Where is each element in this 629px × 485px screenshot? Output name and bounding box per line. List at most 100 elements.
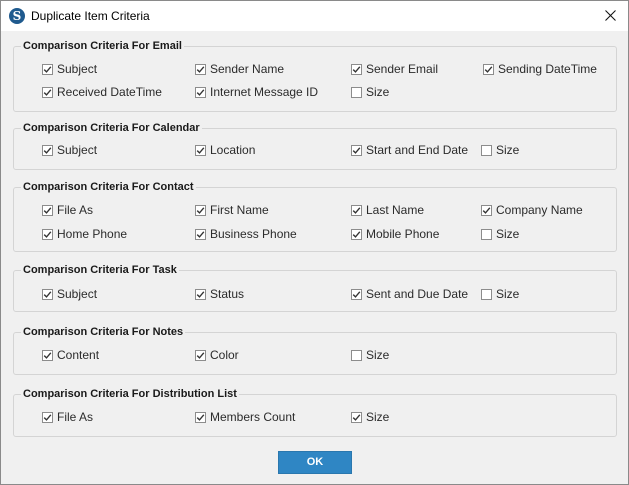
checkbox-calendar-size[interactable]: Size <box>481 143 519 157</box>
checkbox-dl-size[interactable]: Size <box>351 410 389 424</box>
checkbox-box[interactable] <box>351 204 362 216</box>
checkbox-box[interactable] <box>351 228 362 240</box>
checkbox-contact-home-phone[interactable]: Home Phone <box>42 227 127 241</box>
checkbox-box[interactable] <box>481 204 492 216</box>
checkbox-email-sender-email[interactable]: Sender Email <box>351 62 438 76</box>
checkbox-box[interactable] <box>42 63 53 75</box>
checkbox-calendar-subject[interactable]: Subject <box>42 143 97 157</box>
checkbox-box[interactable] <box>351 349 362 361</box>
checkbox-calendar-start-end-date[interactable]: Start and End Date <box>351 143 468 157</box>
checkmark-icon <box>43 65 52 73</box>
checkbox-box[interactable] <box>481 228 492 240</box>
checkbox-task-size[interactable]: Size <box>481 287 519 301</box>
group-calendar: Comparison Criteria For Calendar Subject… <box>13 121 617 170</box>
checkbox-contact-last-name[interactable]: Last Name <box>351 203 424 217</box>
stellar-logo-icon: S <box>9 8 25 24</box>
title-bar: S Duplicate Item Criteria <box>1 1 628 31</box>
checkbox-box[interactable] <box>481 144 492 156</box>
checkbox-label: Size <box>496 143 520 157</box>
checkbox-email-size[interactable]: Size <box>351 85 389 99</box>
checkbox-label: File As <box>57 203 94 217</box>
checkbox-box[interactable] <box>195 288 206 300</box>
checkbox-calendar-location[interactable]: Location <box>195 143 255 157</box>
checkbox-box[interactable] <box>481 288 492 300</box>
group-notes: Comparison Criteria For Notes Content Co… <box>13 325 617 375</box>
checkbox-label: Members Count <box>210 410 296 424</box>
checkbox-email-sender-name[interactable]: Sender Name <box>195 62 284 76</box>
checkbox-box[interactable] <box>42 288 53 300</box>
group-title: Comparison Criteria For Email <box>21 39 184 53</box>
checkmark-icon <box>196 230 205 238</box>
checkmark-icon <box>43 413 52 421</box>
checkbox-label: Home Phone <box>57 227 128 241</box>
checkbox-box[interactable] <box>42 204 53 216</box>
checkbox-box[interactable] <box>42 228 53 240</box>
checkmark-icon <box>43 290 52 298</box>
group-contact: Comparison Criteria For Contact File As … <box>13 180 617 252</box>
checkbox-label: Location <box>210 143 256 157</box>
checkbox-email-received-datetime[interactable]: Received DateTime <box>42 85 162 99</box>
checkbox-contact-mobile-phone[interactable]: Mobile Phone <box>351 227 439 241</box>
checkbox-notes-size[interactable]: Size <box>351 348 389 362</box>
checkbox-label: File As <box>57 410 94 424</box>
checkmark-icon <box>196 146 205 154</box>
checkbox-contact-file-as[interactable]: File As <box>42 203 93 217</box>
dialog-content: Comparison Criteria For Email Subject Se… <box>1 31 628 484</box>
checkbox-label: Last Name <box>366 203 425 217</box>
checkbox-task-sent-due-date[interactable]: Sent and Due Date <box>351 287 468 301</box>
checkbox-email-sending-datetime[interactable]: Sending DateTime <box>483 62 597 76</box>
checkbox-task-status[interactable]: Status <box>195 287 244 301</box>
checkbox-email-internet-message-id[interactable]: Internet Message ID <box>195 85 318 99</box>
checkbox-label: Company Name <box>496 203 583 217</box>
close-button[interactable] <box>592 1 628 31</box>
checkmark-icon <box>196 413 205 421</box>
checkbox-box[interactable] <box>351 63 362 75</box>
checkbox-contact-size[interactable]: Size <box>481 227 519 241</box>
checkbox-label: Sender Name <box>210 62 285 76</box>
checkbox-box[interactable] <box>195 228 206 240</box>
checkbox-label: Sender Email <box>366 62 439 76</box>
checkbox-email-subject[interactable]: Subject <box>42 62 97 76</box>
ok-button[interactable]: OK <box>278 451 352 474</box>
checkmark-icon <box>196 88 205 96</box>
checkbox-box[interactable] <box>195 144 206 156</box>
checkbox-label: Business Phone <box>210 227 297 241</box>
checkbox-box[interactable] <box>195 86 206 98</box>
checkmark-icon <box>43 206 52 214</box>
group-title: Comparison Criteria For Contact <box>21 180 196 194</box>
group-title: Comparison Criteria For Distribution Lis… <box>21 387 239 401</box>
checkmark-icon <box>43 351 52 359</box>
checkbox-dl-file-as[interactable]: File As <box>42 410 93 424</box>
checkbox-label: Sent and Due Date <box>366 287 469 301</box>
checkbox-box[interactable] <box>42 411 53 423</box>
group-distribution-list: Comparison Criteria For Distribution Lis… <box>13 387 617 437</box>
checkbox-box[interactable] <box>42 86 53 98</box>
checkbox-contact-business-phone[interactable]: Business Phone <box>195 227 297 241</box>
checkbox-box[interactable] <box>195 204 206 216</box>
checkbox-notes-color[interactable]: Color <box>195 348 239 362</box>
checkbox-box[interactable] <box>351 144 362 156</box>
checkbox-label: Content <box>57 348 100 362</box>
checkmark-icon <box>196 206 205 214</box>
checkmark-icon <box>352 230 361 238</box>
checkbox-box[interactable] <box>42 144 53 156</box>
checkmark-icon <box>352 206 361 214</box>
checkbox-box[interactable] <box>42 349 53 361</box>
checkmark-icon <box>352 290 361 298</box>
checkmark-icon <box>196 290 205 298</box>
checkbox-notes-content[interactable]: Content <box>42 348 99 362</box>
checkbox-box[interactable] <box>195 63 206 75</box>
checkmark-icon <box>43 146 52 154</box>
checkbox-contact-first-name[interactable]: First Name <box>195 203 269 217</box>
checkbox-task-subject[interactable]: Subject <box>42 287 97 301</box>
checkbox-box[interactable] <box>351 288 362 300</box>
checkbox-box[interactable] <box>351 86 362 98</box>
checkbox-box[interactable] <box>195 349 206 361</box>
checkbox-contact-company-name[interactable]: Company Name <box>481 203 583 217</box>
checkbox-box[interactable] <box>351 411 362 423</box>
checkbox-box[interactable] <box>483 63 494 75</box>
checkbox-box[interactable] <box>195 411 206 423</box>
checkbox-label: Subject <box>57 287 98 301</box>
checkbox-label: Size <box>366 85 390 99</box>
checkbox-dl-members-count[interactable]: Members Count <box>195 410 295 424</box>
